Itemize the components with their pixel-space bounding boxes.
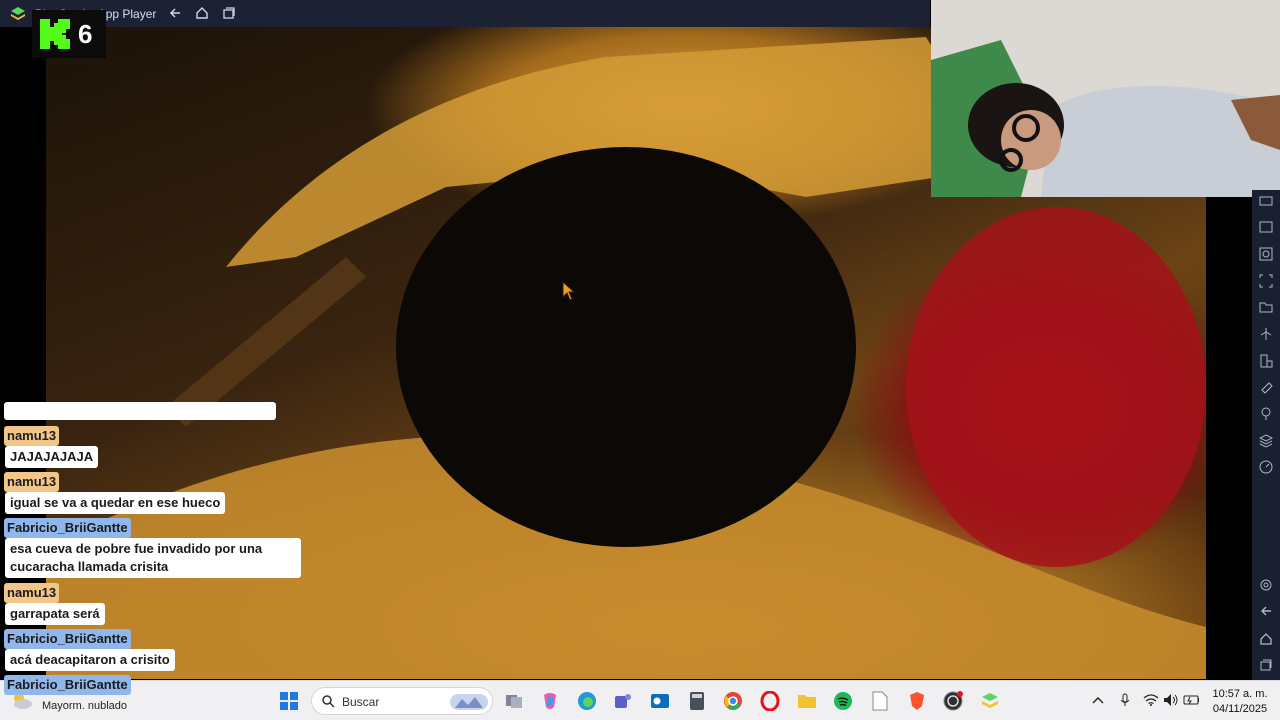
sidebar-folder-icon[interactable] [1257, 298, 1275, 316]
sidebar-screenshot-icon[interactable] [1257, 245, 1275, 263]
copilot-icon[interactable] [539, 690, 561, 712]
bluestacks-app-icon [11, 6, 25, 20]
chat-message-text: acá deacapitaron a crisito [5, 649, 175, 671]
kick-channel-logo: 6 [32, 10, 106, 58]
chat-username: namu13 [4, 426, 60, 446]
mouse-cursor-icon [562, 281, 576, 301]
sidebar-layers-icon[interactable] [1257, 432, 1275, 450]
multi-window-icon[interactable] [220, 4, 238, 22]
chrome-icon[interactable] [722, 690, 744, 712]
sidebar-location-icon[interactable] [1257, 405, 1275, 423]
opera-icon[interactable] [759, 690, 781, 712]
sidebar-record-icon[interactable] [1257, 272, 1275, 290]
webcam-overlay [931, 0, 1280, 197]
spotify-icon[interactable] [832, 690, 854, 712]
chat-username: Fabricio_BriiGantte [4, 629, 131, 649]
chevron-up-icon[interactable] [1090, 692, 1106, 708]
kick-logo-icon [40, 19, 70, 49]
clock-time: 10:57 a. m. [1212, 688, 1268, 700]
chat-message-text: JAJAJAJAJA [5, 446, 99, 468]
clock-date: 04/11/2025 [1212, 703, 1268, 715]
chat-message-text: igual se va a quedar en ese hueco [5, 492, 226, 514]
sidebar-settings-icon[interactable] [1257, 576, 1275, 594]
emulator-sidebar [1252, 190, 1280, 680]
calculator-icon[interactable] [686, 690, 708, 712]
windows-start-icon[interactable] [278, 690, 300, 712]
chat-username: Fabricio_BriiGantte [4, 518, 131, 538]
microphone-icon[interactable] [1117, 692, 1133, 708]
sidebar-speed-icon[interactable] [1257, 458, 1275, 476]
chat-message-cut-off [4, 402, 276, 420]
document-icon[interactable] [869, 690, 891, 712]
teams-icon[interactable] [612, 690, 634, 712]
sidebar-recents-icon[interactable] [1257, 656, 1275, 674]
chat-message-text: garrapata será [5, 603, 105, 625]
sidebar-rotate-icon[interactable] [1257, 352, 1275, 370]
back-icon[interactable] [166, 4, 184, 22]
taskbar-search-box[interactable]: Buscar [311, 687, 493, 715]
sidebar-macro-icon[interactable] [1257, 218, 1275, 236]
obs-icon[interactable] [942, 690, 964, 712]
taskbar-clock[interactable]: 10:57 a. m. 04/11/2025 [1208, 687, 1272, 717]
chat-message-line: cucaracha llamada crisita [10, 559, 169, 574]
screen: BlueStacks App Player 6 [0, 0, 1280, 720]
outlook-icon[interactable] [649, 690, 671, 712]
search-label: Buscar [342, 695, 380, 709]
bluestacks-taskbar-icon[interactable] [979, 690, 1001, 712]
wifi-icon[interactable] [1143, 692, 1159, 708]
edge-browser-icon[interactable] [576, 690, 598, 712]
sidebar-home-icon[interactable] [1257, 630, 1275, 648]
search-icon [322, 695, 335, 708]
search-highlight-icon [450, 694, 488, 710]
webcam-frame [931, 0, 1280, 197]
chat-username: Fabricio_BriiGantte [4, 675, 131, 695]
letterbox-left [0, 27, 46, 387]
sidebar-keyboard-icon[interactable] [1257, 192, 1275, 210]
file-explorer-icon[interactable] [796, 690, 818, 712]
battery-icon[interactable] [1183, 692, 1199, 708]
sidebar-eraser-icon[interactable] [1257, 378, 1275, 396]
chat-message-multiline: esa cueva de pobre fue invadido por una … [5, 538, 301, 578]
task-view-icon[interactable] [503, 690, 525, 712]
chat-username: namu13 [4, 583, 60, 603]
home-icon[interactable] [193, 4, 211, 22]
volume-icon[interactable] [1163, 692, 1179, 708]
windows-taskbar: Mayorm. nublado Buscar 10:57 a. m. 04/11… [0, 680, 1280, 720]
weather-status[interactable]: Mayorm. nublado [42, 700, 127, 712]
chat-username: namu13 [4, 472, 60, 492]
sidebar-back-icon[interactable] [1257, 602, 1275, 620]
brave-icon[interactable] [906, 690, 928, 712]
sidebar-airplane-icon[interactable] [1257, 325, 1275, 343]
channel-number: 6 [78, 18, 93, 49]
chat-message-line: esa cueva de pobre fue invadido por una [10, 541, 263, 556]
emulator-title-bar: BlueStacks App Player [0, 0, 930, 27]
